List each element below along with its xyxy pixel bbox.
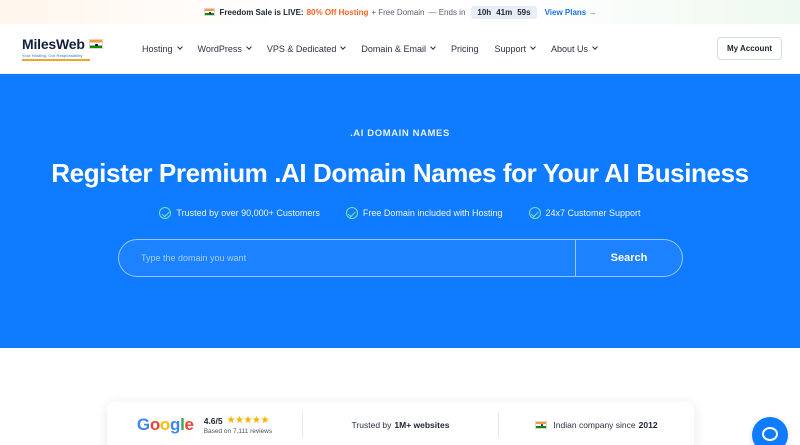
- nav-item-wordpress[interactable]: WordPress: [190, 44, 259, 54]
- nav-item-about-us[interactable]: About Us: [543, 44, 605, 54]
- feature-label: 24x7 Customer Support: [545, 208, 641, 218]
- main-navbar: MilesWeb Your Hosting, Our Responsibilit…: [0, 24, 800, 74]
- nav-item-domain-email[interactable]: Domain & Email: [353, 44, 443, 54]
- star-rating-icon: ★★★★★: [226, 415, 270, 426]
- chat-button[interactable]: [752, 417, 788, 445]
- hero-title: Register Premium .AI Domain Names for Yo…: [51, 158, 749, 188]
- rating-block: 4.6/5 ★★★★★ Based on 7,111 reviews: [204, 415, 272, 435]
- hero-section: .AI DOMAIN NAMES Register Premium .AI Do…: [0, 74, 800, 348]
- chevron-down-icon: [246, 44, 252, 50]
- chevron-down-icon: [340, 44, 347, 50]
- rating-score: 4.6/5: [203, 415, 223, 426]
- nav-menu: Hosting WordPress VPS & Dedicated Domain…: [134, 44, 605, 54]
- websites-value: 1M+ websites: [394, 420, 450, 430]
- nav-item-support[interactable]: Support: [486, 44, 543, 54]
- nav-item-hosting[interactable]: Hosting: [134, 44, 190, 54]
- nav-item-label: Domain & Email: [361, 43, 426, 54]
- nav-item-label: VPS & Dedicated: [266, 43, 337, 54]
- india-flag-icon: [535, 420, 548, 430]
- view-plans-link[interactable]: View Plans →: [545, 8, 597, 17]
- my-account-button[interactable]: My Account: [716, 37, 782, 60]
- promo-offer: 80% Off Hosting: [306, 7, 369, 17]
- chevron-down-icon: [176, 44, 183, 50]
- logo[interactable]: MilesWeb Your Hosting, Our Responsibilit…: [22, 36, 126, 61]
- search-button[interactable]: Search: [575, 240, 682, 276]
- chevron-down-icon: [530, 44, 536, 50]
- check-circle-icon: [345, 207, 358, 219]
- nav-item-label: WordPress: [197, 43, 242, 54]
- company-prefix: Indian company since: [553, 420, 636, 430]
- chevron-down-icon: [430, 44, 436, 50]
- check-circle-icon: [159, 207, 172, 219]
- nav-item-label: Support: [494, 43, 526, 54]
- domain-search-box: Search: [118, 239, 683, 277]
- logo-text: MilesWeb: [22, 36, 85, 53]
- nav-item-pricing[interactable]: Pricing: [443, 44, 487, 54]
- logo-underline: [22, 59, 90, 61]
- hero-eyebrow: .AI DOMAIN NAMES: [350, 128, 450, 139]
- chat-icon: [762, 427, 778, 441]
- feature-label: Free Domain included with Hosting: [362, 208, 503, 218]
- india-flag-icon: [88, 39, 103, 50]
- google-rating: Google 4.6/5 ★★★★★ Based on 7,111 review…: [107, 412, 302, 438]
- trust-card: Google 4.6/5 ★★★★★ Based on 7,111 review…: [107, 402, 694, 445]
- timer-hours: 10h: [477, 7, 492, 17]
- websites-stat: Trusted by 1M+ websites: [302, 412, 498, 438]
- india-flag-icon: [203, 8, 215, 16]
- promo-extra: + Free Domain: [371, 7, 425, 17]
- promo-ends-label: — Ends in: [428, 7, 466, 17]
- nav-item-label: Hosting: [142, 43, 173, 54]
- feature-item: Trusted by over 90,000+ Customers: [159, 207, 320, 219]
- company-stat: Indian company since 2012: [498, 412, 694, 438]
- domain-search-input[interactable]: [119, 240, 575, 276]
- promo-bar: Freedom Sale is LIVE: 80% Off Hosting + …: [0, 0, 800, 24]
- countdown-timer: 10h 41m 59s: [471, 5, 537, 19]
- chevron-down-icon: [592, 44, 598, 50]
- google-logo: Google: [136, 415, 194, 434]
- company-year: 2012: [638, 420, 658, 430]
- websites-prefix: Trusted by: [351, 420, 392, 430]
- nav-item-vps-dedicated[interactable]: VPS & Dedicated: [259, 44, 354, 54]
- check-circle-icon: [528, 207, 541, 219]
- promo-lead: Freedom Sale is LIVE:: [219, 7, 304, 17]
- nav-item-label: About Us: [551, 43, 589, 54]
- feature-item: Free Domain included with Hosting: [345, 207, 503, 219]
- timer-minutes: 41m: [496, 7, 513, 17]
- hero-features: Trusted by over 90,000+ Customers Free D…: [0, 207, 800, 219]
- review-count: Based on 7,111 reviews: [203, 428, 273, 435]
- nav-item-label: Pricing: [450, 43, 479, 54]
- logo-tagline: Your Hosting, Our Responsibility: [22, 53, 83, 59]
- timer-seconds: 59s: [517, 7, 531, 17]
- feature-item: 24x7 Customer Support: [528, 207, 641, 219]
- feature-label: Trusted by over 90,000+ Customers: [176, 208, 320, 218]
